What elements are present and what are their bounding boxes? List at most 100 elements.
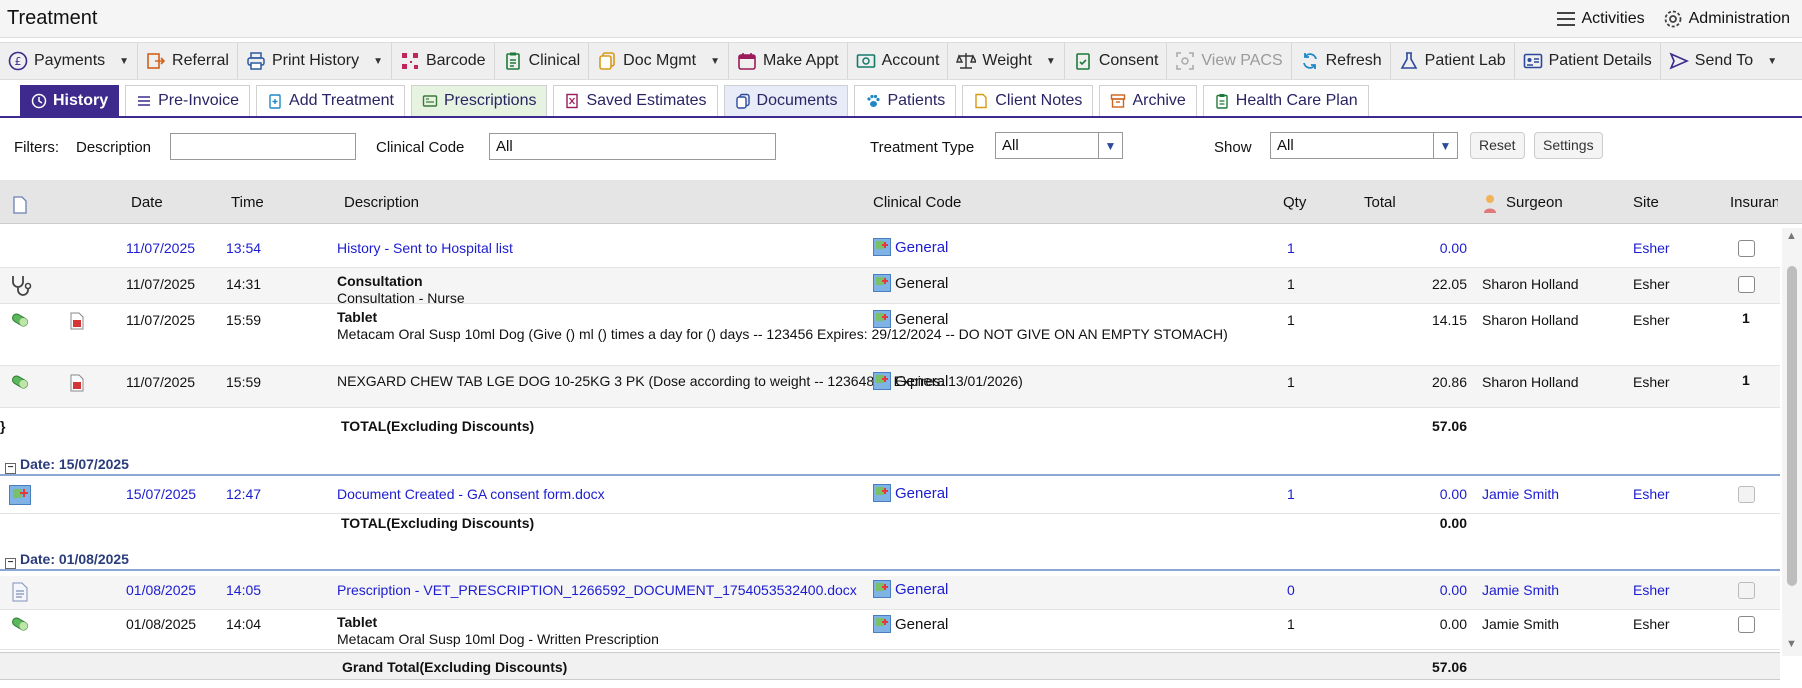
column-surgeon[interactable]: Surgeon [1506, 194, 1563, 211]
tab-documents[interactable]: Documents [723, 85, 849, 116]
table-row[interactable]: 01/08/2025 14:04 Tablet Metacam Oral Sus… [0, 610, 1780, 650]
tab-pre-invoice[interactable]: Pre-Invoice [125, 85, 251, 116]
show-select[interactable]: All ▼ [1270, 132, 1458, 159]
chevron-down-icon[interactable]: ▼ [1046, 56, 1056, 67]
document-icon[interactable] [13, 196, 27, 214]
clinical-code-filter-input[interactable]: All [489, 133, 776, 160]
documents-icon [599, 52, 615, 70]
surgeon-icon [1484, 195, 1496, 213]
chevron-down-icon[interactable]: ▼ [1098, 133, 1122, 158]
printer-icon [247, 52, 265, 70]
tab-prescriptions[interactable]: Prescriptions [411, 85, 548, 116]
administration-label: Administration [1688, 9, 1790, 27]
insurance-checkbox[interactable] [1738, 582, 1755, 599]
consent-button[interactable]: Consent [1065, 43, 1168, 79]
table-row[interactable]: 11/07/2025 14:31 Consultation Consultati… [0, 268, 1780, 306]
pill-icon [12, 375, 28, 389]
doc-mgmt-button[interactable]: Doc Mgmt ▼ [589, 43, 729, 79]
scroll-up-icon[interactable]: ▲ [1786, 230, 1797, 242]
send-to-button[interactable]: Send To ▼ [1661, 43, 1785, 79]
tab-history[interactable]: History [20, 85, 120, 116]
table-row[interactable]: 11/07/2025 15:59 NEXGARD CHEW TAB LGE DO… [0, 366, 1780, 408]
svg-text:£: £ [15, 55, 22, 68]
scroll-down-icon[interactable]: ▼ [1786, 638, 1797, 650]
column-total[interactable]: Total [1364, 194, 1396, 211]
estimate-icon [566, 93, 579, 109]
insurance-checkbox[interactable] [1738, 276, 1755, 293]
print-history-button[interactable]: Print History ▼ [238, 43, 392, 79]
column-insurance[interactable]: Insuranc [1730, 194, 1778, 211]
chevron-down-icon[interactable]: ▼ [119, 56, 129, 67]
administration-button[interactable]: Administration [1663, 9, 1790, 29]
column-site[interactable]: Site [1633, 194, 1659, 211]
treatment-type-filter-label: Treatment Type [870, 139, 975, 156]
paw-icon [867, 94, 881, 107]
clinical-code-icon [873, 310, 891, 328]
barcode-button[interactable]: Barcode [392, 43, 495, 79]
documents-icon [735, 93, 750, 109]
clipboard-icon [1216, 94, 1228, 109]
table-row[interactable]: 01/08/2025 14:05 Prescription - VET_PRES… [0, 576, 1780, 610]
pill-icon [12, 617, 28, 631]
insurance-checkbox[interactable] [1738, 486, 1755, 503]
chevron-down-icon[interactable]: ▼ [1767, 56, 1777, 67]
pound-icon: £ [8, 51, 28, 71]
group-total: TOTAL(Excluding Discounts) 0.00 [341, 515, 1467, 531]
clinical-code-filter-label: Clinical Code [376, 139, 465, 156]
tab-health-care-plan[interactable]: Health Care Plan [1202, 85, 1369, 116]
collapse-icon[interactable]: − [5, 558, 16, 569]
title-bar: Treatment Activities Administration [0, 0, 1802, 38]
tab-client-notes[interactable]: Client Notes [962, 85, 1094, 116]
make-appt-button[interactable]: Make Appt [729, 43, 848, 79]
tab-archive[interactable]: Archive [1099, 85, 1197, 116]
scrollbar-thumb[interactable] [1787, 266, 1797, 586]
vertical-scrollbar[interactable]: ▲ ▼ [1782, 228, 1802, 656]
refresh-icon [1302, 53, 1317, 69]
insurance-checkbox[interactable] [1738, 240, 1755, 257]
chevron-down-icon[interactable]: ▼ [1433, 133, 1457, 158]
history-icon [31, 93, 47, 109]
view-pacs-button[interactable]: View PACS [1167, 43, 1292, 79]
gear-icon [1664, 10, 1682, 27]
chevron-down-icon[interactable]: ▼ [710, 56, 720, 67]
chevron-down-icon[interactable]: ▼ [373, 56, 383, 67]
insurance-checkbox[interactable] [1738, 616, 1755, 633]
show-filter-label: Show [1214, 139, 1252, 156]
column-description[interactable]: Description [344, 194, 419, 211]
table-row[interactable]: 15/07/2025 12:47 Document Created - GA c… [0, 480, 1780, 514]
table-row[interactable]: 11/07/2025 15:59 Tablet Metacam Oral Sus… [0, 304, 1780, 366]
account-button[interactable]: Account [848, 43, 949, 79]
refresh-button[interactable]: Refresh [1292, 43, 1391, 79]
collapse-icon[interactable]: − [5, 463, 16, 474]
weight-button[interactable]: Weight ▼ [948, 43, 1065, 79]
referral-button[interactable]: Referral [138, 43, 238, 79]
archive-icon [1111, 94, 1126, 108]
patient-lab-button[interactable]: Patient Lab [1391, 43, 1515, 79]
clinical-button[interactable]: Clinical [495, 43, 590, 79]
date-group-header[interactable]: − Date: 01/08/2025 [0, 551, 1780, 571]
tab-saved-estimates[interactable]: Saved Estimates [553, 85, 718, 116]
list-icon [1556, 11, 1575, 26]
column-time[interactable]: Time [231, 194, 264, 211]
payments-button[interactable]: £ Payments ▼ [0, 43, 139, 79]
tab-add-treatment[interactable]: Add Treatment [256, 85, 405, 116]
reset-button[interactable]: Reset [1470, 132, 1525, 159]
description-filter-label: Description [76, 139, 152, 156]
description-filter-input[interactable] [170, 133, 356, 160]
flask-icon [1400, 52, 1418, 69]
grid-header: Date Time Description Clinical Code Qty … [0, 180, 1802, 224]
medication-label-icon [70, 374, 84, 392]
tab-patients[interactable]: Patients [854, 85, 957, 116]
column-clinical-code[interactable]: Clinical Code [873, 194, 961, 211]
settings-button[interactable]: Settings [1534, 132, 1603, 159]
column-date[interactable]: Date [131, 194, 163, 211]
patient-details-button[interactable]: Patient Details [1515, 43, 1661, 79]
column-qty[interactable]: Qty [1283, 194, 1306, 211]
activities-button[interactable]: Activities [1556, 10, 1645, 28]
clinical-code-icon [873, 238, 891, 256]
calendar-icon [738, 53, 756, 70]
table-row[interactable]: 11/07/2025 13:54 History - Sent to Hospi… [0, 232, 1780, 268]
treatment-type-select[interactable]: All ▼ [995, 132, 1123, 159]
clipboard-icon [505, 52, 520, 70]
date-group-header[interactable]: − Date: 15/07/2025 [0, 456, 1780, 476]
